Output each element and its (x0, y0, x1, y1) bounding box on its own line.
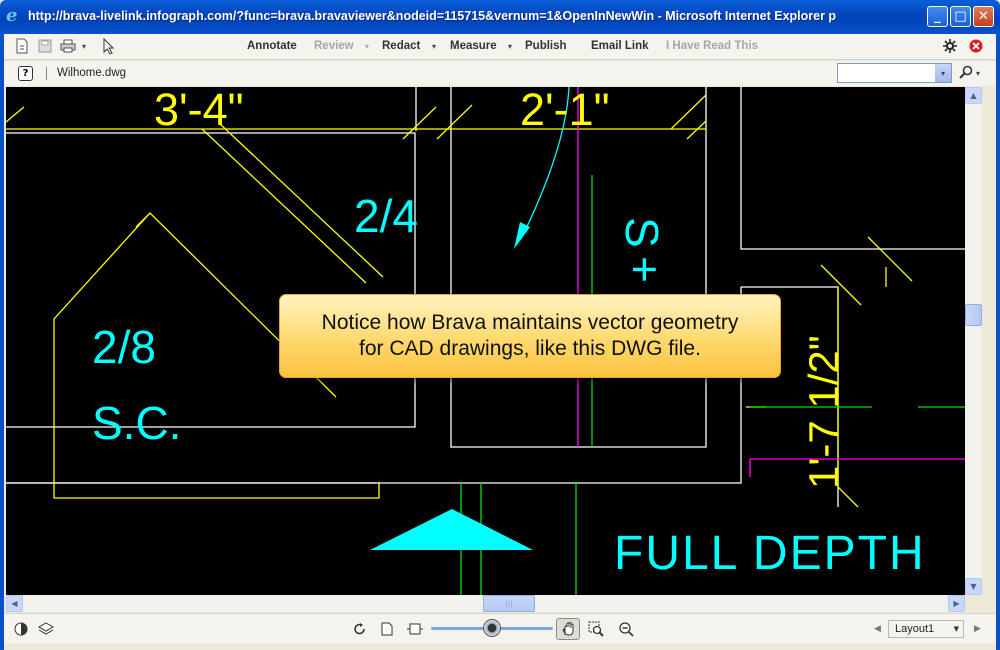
zoom-slider-thumb[interactable] (483, 619, 501, 637)
chevron-up-icon: ▲ (970, 91, 977, 100)
maximize-icon: □ (954, 9, 967, 24)
window-title-bar: e http://brava-livelink.infograph.com/?f… (0, 0, 1000, 34)
document-bar: ? Wilhome.dwg ▾ ▾ (4, 61, 996, 86)
pan-hand-button[interactable] (556, 618, 580, 640)
redact-menu-caret[interactable]: ▾ (432, 42, 436, 51)
window-frame-right (996, 34, 1000, 650)
full-depth-label: FULL DEPTH (614, 527, 926, 580)
vertical-scrollbar[interactable]: ▲ ▼ (965, 87, 982, 595)
horizontal-scrollbar[interactable]: ◀ ||| ▶ (6, 595, 965, 612)
measure-menu-caret[interactable]: ▾ (508, 42, 512, 51)
room-label: 2/4 (354, 190, 418, 242)
chevron-down-icon: ▼ (970, 582, 977, 591)
dimension-label: 3'-4" (154, 87, 244, 135)
scroll-down-button[interactable]: ▼ (965, 578, 982, 595)
document-filename: Wilhome.dwg (57, 67, 127, 79)
zoom-window-icon[interactable] (587, 620, 605, 638)
room-sublabel: S.C. (92, 397, 181, 449)
minimize-button[interactable]: _ (927, 6, 948, 27)
previous-layout-button[interactable]: ◀ (874, 624, 881, 634)
chevron-left-icon: ◀ (11, 599, 18, 608)
search-options-caret[interactable]: ▾ (976, 69, 980, 78)
maximize-button[interactable]: □ (950, 6, 971, 27)
zoom-out-icon[interactable] (617, 620, 635, 638)
contrast-toggle-icon[interactable] (12, 620, 30, 638)
save-icon[interactable] (37, 38, 53, 54)
fit-width-icon[interactable] (406, 620, 424, 638)
email-link-button[interactable]: Email Link (591, 40, 649, 52)
dimension-label: 2'-1" (520, 87, 610, 135)
arrowhead-shape (514, 222, 530, 249)
review-menu: Review (314, 40, 354, 52)
horizontal-scroll-thumb[interactable]: ||| (483, 595, 535, 612)
callout-line: for CAD drawings, like this DWG file. (359, 337, 701, 360)
hand-icon (562, 622, 574, 636)
section-marker-triangle (370, 509, 533, 550)
print-icon[interactable] (60, 38, 76, 54)
publish-menu[interactable]: Publish (525, 40, 567, 52)
layout-select[interactable]: Layout1 ▼ (888, 620, 964, 638)
vertical-room-label: S (616, 217, 668, 248)
page-icon[interactable] (378, 620, 396, 638)
layout-select-value: Layout1 (895, 623, 935, 635)
search-input[interactable]: ▾ (837, 63, 952, 83)
rotate-icon[interactable] (351, 620, 369, 638)
chevron-right-icon: ▶ (953, 599, 960, 608)
close-window-button[interactable]: ✕ (973, 6, 994, 27)
vertical-plus-label: + (619, 256, 671, 283)
search-icon[interactable] (959, 65, 973, 83)
help-icon: ? (22, 68, 29, 79)
chevron-down-icon: ▾ (940, 68, 945, 78)
review-menu-caret: ▾ (365, 42, 370, 51)
room-label: 2/8 (92, 321, 156, 373)
settings-icon[interactable] (942, 38, 958, 54)
divider (46, 67, 47, 80)
search-dropdown-button[interactable]: ▾ (935, 64, 951, 82)
window-frame-left (0, 34, 4, 650)
help-button[interactable]: ? (18, 66, 33, 81)
bottom-toolbar: ◀ Layout1 ▼ ▶ (4, 613, 996, 643)
scroll-left-button[interactable]: ◀ (6, 595, 23, 612)
open-file-icon[interactable] (14, 38, 30, 54)
vertical-scroll-thumb[interactable] (965, 304, 982, 326)
internet-explorer-icon: e (6, 5, 18, 26)
chevron-down-icon: ▼ (953, 625, 959, 633)
select-pointer-icon[interactable] (101, 38, 117, 54)
close-viewer-icon[interactable] (968, 38, 984, 54)
vertical-dimension-label: 1'-7 1/2" (800, 335, 847, 489)
next-layout-button[interactable]: ▶ (974, 624, 981, 634)
measure-menu[interactable]: Measure (450, 40, 497, 52)
main-toolbar: ▾ Annotate Review ▾ Redact ▾ Measure ▾ P… (4, 34, 996, 60)
i-have-read-this-button: I Have Read This (666, 40, 759, 52)
grip-icon: ||| (505, 599, 513, 608)
minimize-icon: _ (934, 9, 941, 24)
window-title: http://brava-livelink.infograph.com/?fun… (28, 9, 837, 23)
scroll-right-button[interactable]: ▶ (948, 595, 965, 612)
redact-menu[interactable]: Redact (382, 40, 420, 52)
scroll-up-button[interactable]: ▲ (965, 87, 982, 104)
layers-icon[interactable] (37, 620, 55, 638)
print-menu-caret[interactable]: ▾ (82, 42, 86, 51)
annotate-menu[interactable]: Annotate (247, 40, 297, 52)
close-icon: ✕ (978, 9, 989, 24)
tutorial-callout: Notice how Brava maintains vector geomet… (279, 294, 781, 378)
callout-line: Notice how Brava maintains vector geomet… (321, 311, 739, 334)
callout-text: Notice how Brava maintains vector geomet… (290, 310, 770, 362)
